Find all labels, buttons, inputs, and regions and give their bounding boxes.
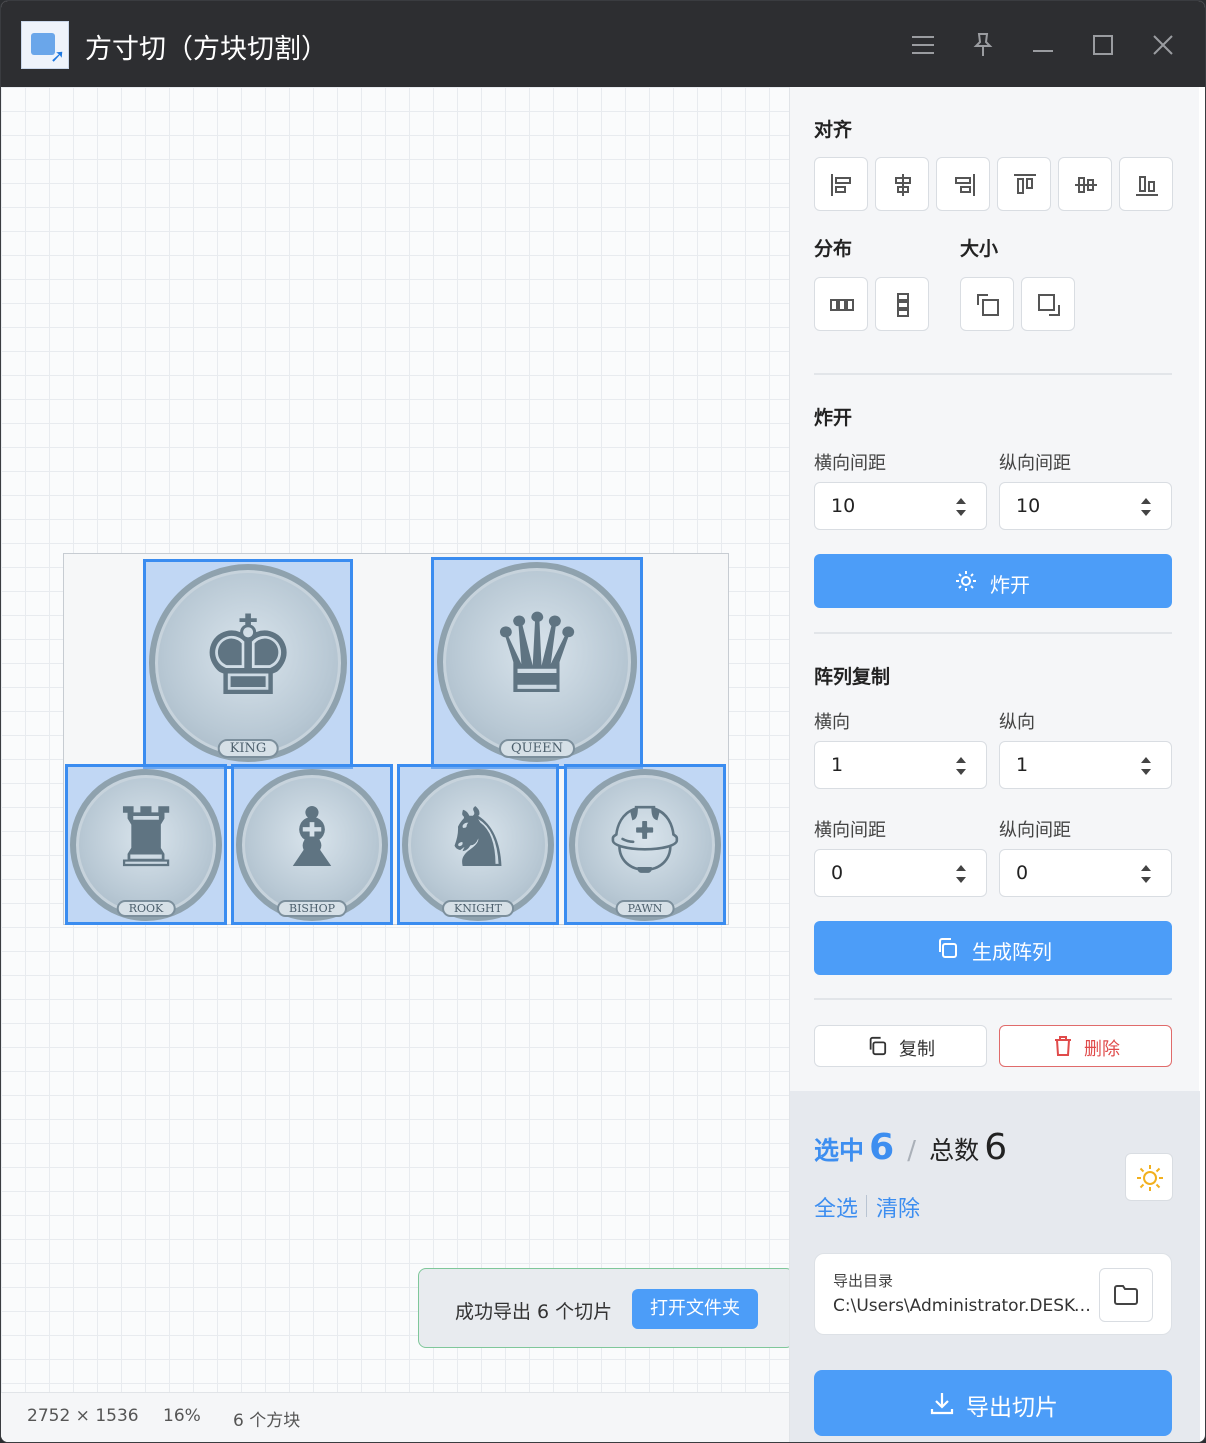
explode-button[interactable]: 炸开 <box>814 554 1172 608</box>
bishop-medallion: ♝ BISHOP <box>236 769 388 921</box>
folder-icon <box>1114 1285 1138 1305</box>
explode-h-gap-label: 横向间距 <box>814 453 886 474</box>
divider <box>814 373 1172 375</box>
array-h-label: 横向 <box>814 712 850 733</box>
array-v-gap-input[interactable]: 0 <box>999 849 1172 897</box>
app-window: ➚ 方寸切（方块切割） ♚ KING ♛ QUEEN ♜ ROOK ♝ BISH… <box>0 0 1206 1443</box>
generate-array-button[interactable]: 生成阵列 <box>814 921 1172 975</box>
slice-bishop[interactable]: ♝ BISHOP <box>231 764 393 925</box>
explode-h-gap-input[interactable]: 10 <box>814 482 987 530</box>
size-title: 大小 <box>960 238 999 260</box>
title-bar: ➚ 方寸切（方块切割） <box>1 1 1205 87</box>
trash-icon <box>1055 1036 1071 1056</box>
theme-toggle-button[interactable] <box>1125 1153 1173 1201</box>
total-label: 总数 <box>929 1136 980 1165</box>
selected-label: 选中 <box>814 1136 865 1165</box>
app-logo-icon: ➚ <box>21 21 69 69</box>
explode-title: 炸开 <box>814 407 853 429</box>
align-title: 对齐 <box>814 119 853 141</box>
toast-message: 成功导出 6 个切片 <box>455 1301 613 1323</box>
slice-king[interactable]: ♚ KING <box>143 559 353 769</box>
align-bottom-icon[interactable] <box>1119 157 1173 211</box>
rook-medallion: ♜ ROOK <box>70 769 222 921</box>
array-v-gap-label: 纵向间距 <box>999 820 1071 841</box>
canvas-area[interactable]: ♚ KING ♛ QUEEN ♜ ROOK ♝ BISHOP ♞ KNIGHT … <box>1 87 789 1393</box>
export-slices-button[interactable]: 导出切片 <box>814 1370 1172 1436</box>
selection-summary: 选中 6 / 总数 6 <box>814 1127 1007 1168</box>
properties-panel: 对齐 分布 大小 炸开 横向间距 纵向间距 10 10 炸开 阵列复制 横向 纵… <box>789 87 1200 1442</box>
size-min-icon[interactable] <box>960 277 1014 331</box>
align-left-icon[interactable] <box>814 157 868 211</box>
array-v-input[interactable]: 1 <box>999 741 1172 789</box>
export-directory-card: 导出目录 C:\Users\Administrator.DESKTOP <box>814 1253 1172 1335</box>
array-h-input[interactable]: 1 <box>814 741 987 789</box>
explode-v-gap-label: 纵向间距 <box>999 453 1071 474</box>
export-success-toast: 成功导出 6 个切片 打开文件夹 <box>418 1268 794 1348</box>
image-dimensions: 2752 × 1536 <box>27 1406 139 1426</box>
link-separator <box>866 1195 867 1217</box>
array-h-gap-label: 横向间距 <box>814 820 886 841</box>
download-icon <box>930 1393 954 1415</box>
copy-button[interactable]: 复制 <box>814 1025 987 1067</box>
browse-folder-button[interactable] <box>1099 1268 1153 1322</box>
zoom-level: 16% <box>163 1406 201 1426</box>
slice-pawn[interactable]: ⛑ PAWN <box>564 764 726 925</box>
align-right-icon[interactable] <box>936 157 990 211</box>
align-center-h-icon[interactable] <box>875 157 929 211</box>
distribute-horizontal-icon[interactable] <box>814 277 868 331</box>
explode-v-gap-input[interactable]: 10 <box>999 482 1172 530</box>
array-title: 阵列复制 <box>814 666 891 688</box>
close-icon[interactable] <box>1145 27 1181 63</box>
divider <box>814 632 1172 634</box>
clear-link[interactable]: 清除 <box>876 1191 920 1223</box>
queen-medallion: ♛ QUEEN <box>437 562 637 762</box>
count-separator: / <box>907 1136 917 1166</box>
array-v-label: 纵向 <box>999 712 1035 733</box>
burst-icon <box>956 571 976 591</box>
array-h-gap-input[interactable]: 0 <box>814 849 987 897</box>
distribute-title: 分布 <box>814 238 853 260</box>
status-bar: 2752 × 1536 16% 6 个方块 <box>1 1392 789 1442</box>
window-title: 方寸切（方块切割） <box>85 34 328 65</box>
menu-icon[interactable] <box>905 27 941 63</box>
maximize-icon[interactable] <box>1085 27 1121 63</box>
distribute-vertical-icon[interactable] <box>875 277 929 331</box>
slice-queen[interactable]: ♛ QUEEN <box>431 557 643 769</box>
slice-knight[interactable]: ♞ KNIGHT <box>397 764 559 925</box>
select-all-link[interactable]: 全选 <box>814 1191 858 1223</box>
slice-rook[interactable]: ♜ ROOK <box>65 764 227 925</box>
divider <box>814 998 1172 1000</box>
size-max-icon[interactable] <box>1021 277 1075 331</box>
pin-icon[interactable] <box>965 27 1001 63</box>
delete-button[interactable]: 删除 <box>999 1025 1172 1067</box>
align-middle-v-icon[interactable] <box>1058 157 1112 211</box>
export-dir-label: 导出目录 <box>833 1272 894 1290</box>
selected-count: 6 <box>869 1127 895 1168</box>
king-medallion: ♚ KING <box>149 564 347 762</box>
copy-icon <box>869 1036 887 1056</box>
minimize-icon[interactable] <box>1025 27 1061 63</box>
export-dir-path: C:\Users\Administrator.DESKTOP <box>833 1296 1093 1316</box>
block-count: 6 个方块 <box>233 1411 301 1431</box>
open-folder-button[interactable]: 打开文件夹 <box>632 1289 758 1329</box>
sun-icon <box>1137 1165 1163 1191</box>
knight-medallion: ♞ KNIGHT <box>402 769 554 921</box>
align-top-icon[interactable] <box>997 157 1051 211</box>
total-count: 6 <box>984 1127 1008 1168</box>
copy-icon <box>939 938 957 958</box>
pawn-medallion: ⛑ PAWN <box>569 769 721 921</box>
